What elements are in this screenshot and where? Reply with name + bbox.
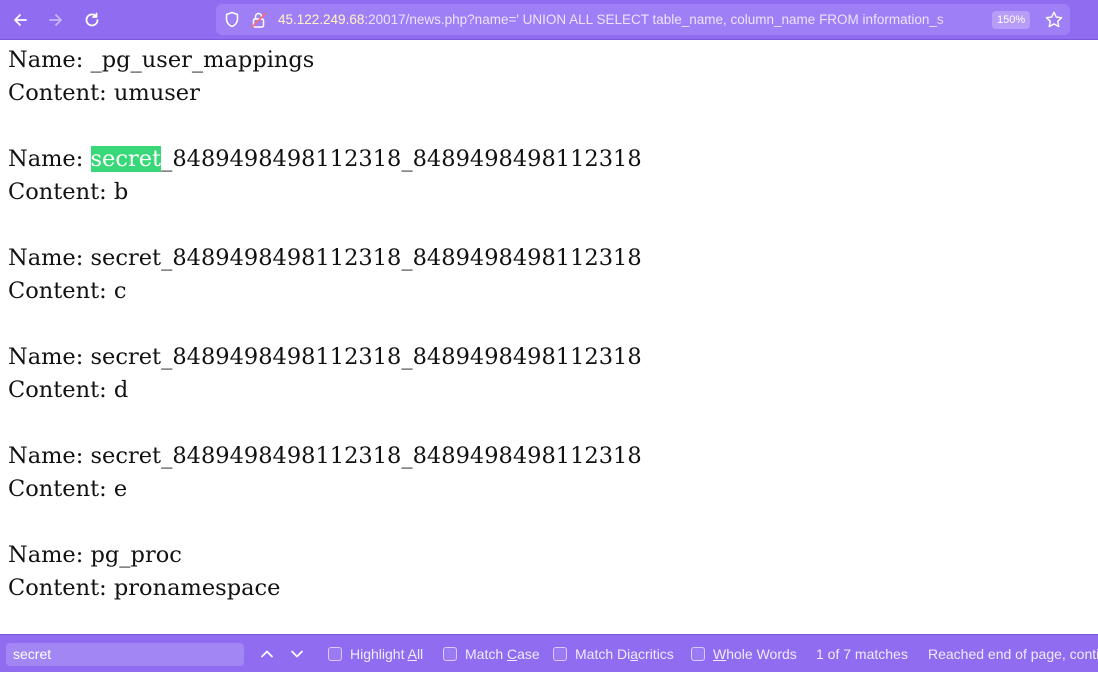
url-path: :20017/news.php?name=' UNION ALL SELECT … [364, 12, 944, 27]
record: Name: secret_8489498498112318_8489498498… [8, 341, 1088, 407]
reload-button[interactable] [80, 8, 104, 32]
content-label: Content: [8, 476, 114, 502]
reload-icon [85, 12, 99, 27]
find-status-message: Reached end of page, continued from top [928, 646, 1098, 662]
whole-words-checkbox[interactable]: Whole Words [691, 635, 797, 673]
name-label: Name: [8, 245, 91, 271]
whole-words-label: Whole Words [713, 646, 797, 662]
record: Name: secret_8489498498112318_8489498498… [8, 440, 1088, 506]
record-content: umuser [113, 80, 200, 106]
name-label: Name: [8, 443, 91, 469]
name-label: Name: [8, 47, 91, 73]
record-name: _pg_user_mappings [90, 47, 315, 73]
record-name: secret_8489498498112318_8489498498112318 [90, 443, 642, 469]
forward-arrow-icon [49, 14, 62, 26]
label-part: Match Di [575, 646, 631, 662]
name-label: Name: [8, 542, 91, 568]
record: Name: secret_8489498498112318_8489498498… [8, 143, 1088, 209]
chevron-down-icon [291, 650, 303, 658]
label-part: critics [638, 646, 674, 662]
zoom-level-badge[interactable]: 150% [992, 11, 1031, 29]
back-button[interactable] [8, 8, 32, 32]
insecure-lock-icon[interactable] [250, 11, 268, 29]
record-name-line: Name: secret_8489498498112318_8489498498… [8, 440, 1088, 473]
record: Name: pg_proc Content: pronamespace [8, 539, 1088, 605]
highlight-all-checkbox[interactable]: Highlight All [328, 635, 423, 673]
record-name-line: Name: pg_proc [8, 539, 1088, 572]
back-arrow-icon [14, 14, 27, 26]
record-name: secret_8489498498112318_8489498498112318 [90, 245, 642, 271]
label-part: ll [416, 646, 424, 662]
find-previous-button[interactable] [257, 644, 277, 664]
url-host: 45.122.249.68 [278, 12, 365, 27]
record-content-line: Content: d [8, 374, 1088, 407]
record-name-line: Name: secret_8489498498112318_8489498498… [8, 242, 1088, 275]
checkbox-box[interactable] [328, 647, 342, 661]
label-part: Highlight [350, 646, 408, 662]
checkbox-box[interactable] [553, 647, 567, 661]
record-content: e [113, 476, 128, 502]
shield-icon[interactable] [224, 11, 240, 28]
record-content-line: Content: umuser [8, 77, 1088, 110]
content-label: Content: [8, 575, 114, 601]
record-content: b [113, 179, 129, 205]
checkbox-box[interactable] [443, 647, 457, 661]
record-content-line: Content: b [8, 176, 1088, 209]
forward-button[interactable] [44, 8, 68, 32]
url-bar[interactable]: 45.122.249.68:20017/news.php?name=' UNIO… [216, 4, 1070, 35]
match-count: 1 of 7 matches [816, 646, 908, 662]
label-part: Match [465, 646, 508, 662]
match-diacritics-label: Match Diacritics [575, 646, 674, 662]
record-content-line: Content: c [8, 275, 1088, 308]
access-key: a [630, 646, 639, 662]
page-content: Name: _pg_user_mappings Content: umuser … [8, 44, 1088, 632]
record-name-line: Name: secret_8489498498112318_8489498498… [8, 143, 1088, 176]
highlight-all-label: Highlight All [350, 646, 423, 662]
content-label: Content: [8, 80, 114, 106]
content-label: Content: [8, 278, 114, 304]
record-content: pronamespace [113, 575, 281, 601]
record: Name: secret_8489498498112318_8489498498… [8, 242, 1088, 308]
record: Name: _pg_user_mappings Content: umuser [8, 44, 1088, 110]
record-content-line: Content: pronamespace [8, 572, 1088, 605]
access-key: C [507, 646, 518, 662]
record-content: d [113, 377, 129, 403]
name-label: Name: [8, 146, 91, 172]
find-input[interactable] [6, 643, 244, 666]
match-diacritics-checkbox[interactable]: Match Diacritics [553, 635, 674, 673]
url-text[interactable]: 45.122.249.68:20017/news.php?name=' UNIO… [278, 4, 992, 35]
content-label: Content: [8, 179, 114, 205]
record-content: c [113, 278, 127, 304]
content-label: Content: [8, 377, 114, 403]
star-icon[interactable] [1044, 10, 1064, 30]
access-key: A [407, 646, 417, 662]
record-name-line: Name: _pg_user_mappings [8, 44, 1088, 77]
access-key: W [713, 646, 727, 662]
record-name: secret_8489498498112318_8489498498112318 [90, 344, 642, 370]
match-case-label: Match Case [465, 646, 540, 662]
record-name: _8489498498112318_8489498498112318 [161, 146, 642, 172]
find-highlight: secret [90, 146, 162, 172]
record-name: pg_proc [90, 542, 182, 568]
browser-toolbar: 45.122.249.68:20017/news.php?name=' UNIO… [0, 0, 1098, 40]
find-bar: Highlight All Match Case Match Diacritic… [0, 634, 1098, 672]
record-name-line: Name: secret_8489498498112318_8489498498… [8, 341, 1088, 374]
label-part: hole Words [726, 646, 797, 662]
find-next-button[interactable] [287, 644, 307, 664]
chevron-up-icon [261, 650, 273, 658]
match-case-checkbox[interactable]: Match Case [443, 635, 540, 673]
label-part: ase [517, 646, 540, 662]
checkbox-box[interactable] [691, 647, 705, 661]
record-content-line: Content: e [8, 473, 1088, 506]
name-label: Name: [8, 344, 91, 370]
